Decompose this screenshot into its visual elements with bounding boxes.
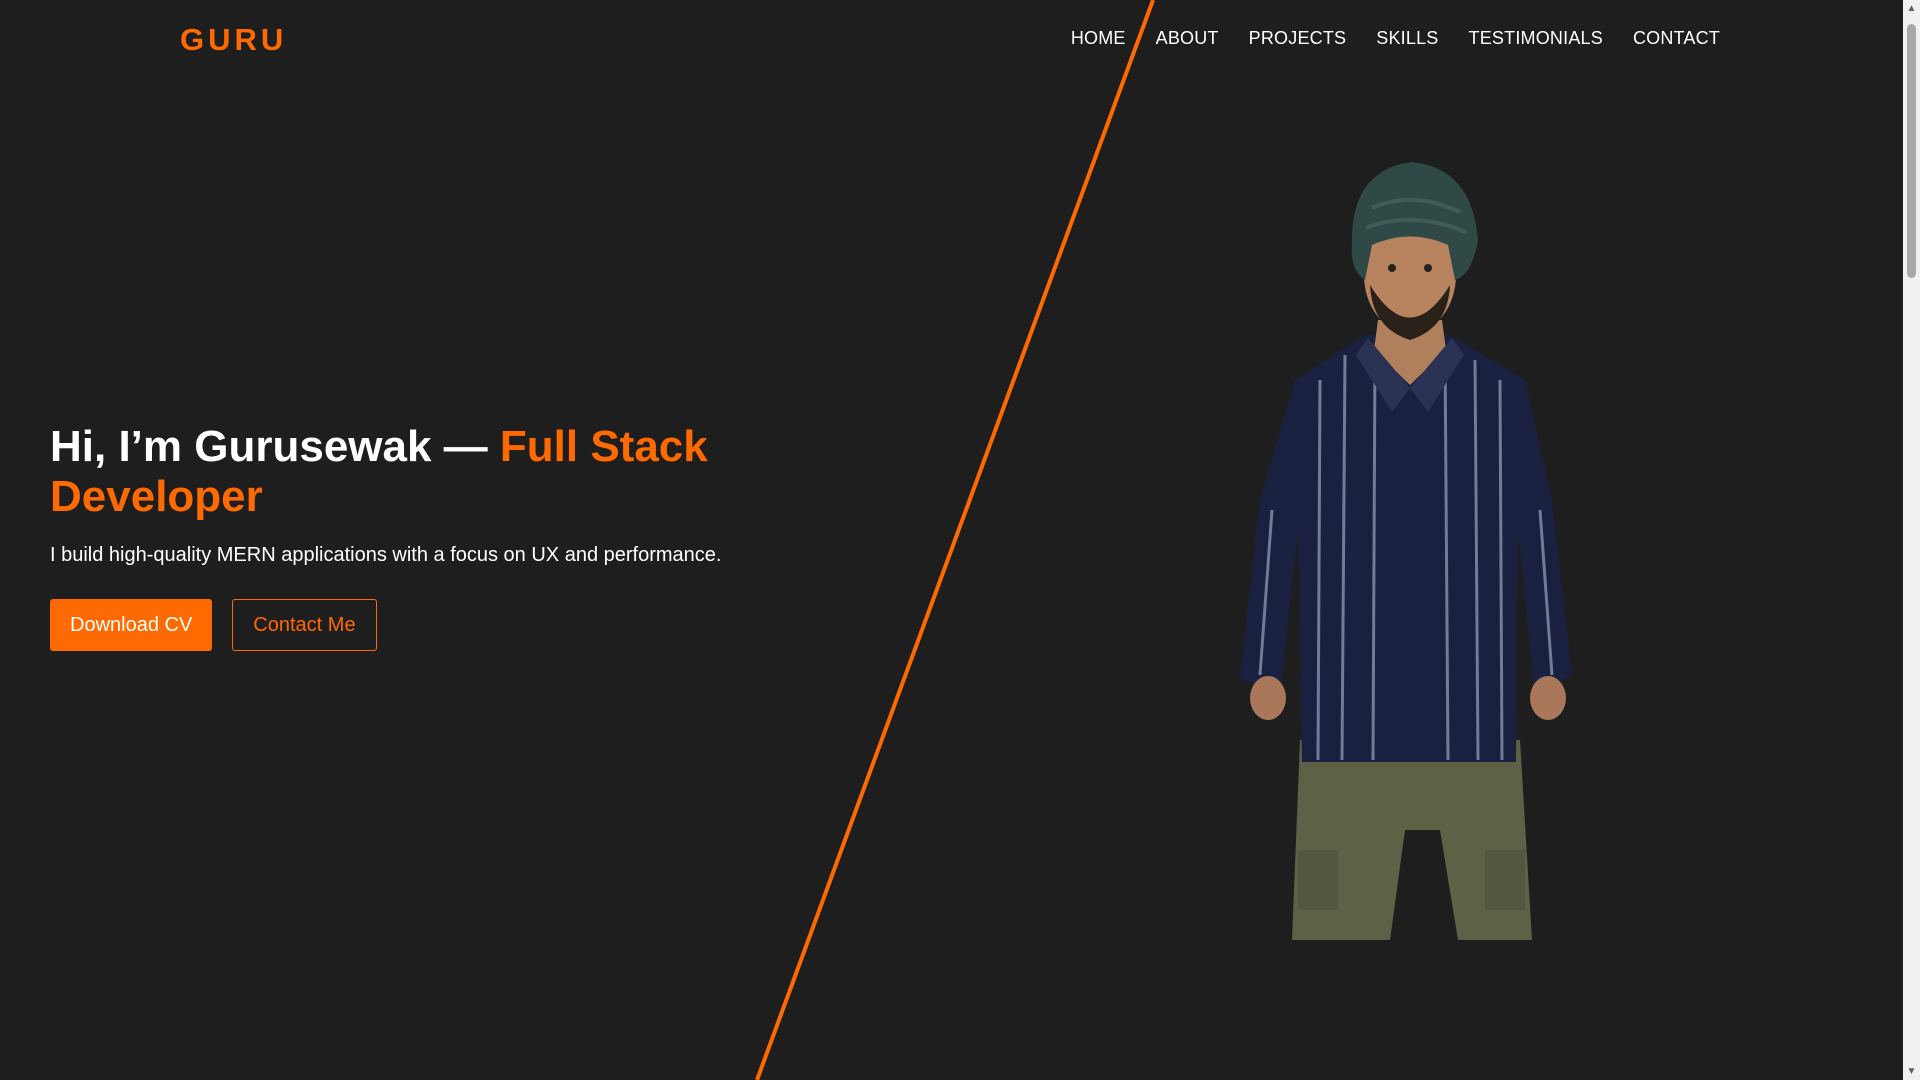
hero-heading: Hi, I’m Gurusewak — Full Stack Developer: [50, 422, 810, 522]
hero-section: Hi, I’m Gurusewak — Full Stack Developer…: [50, 422, 810, 651]
download-cv-button[interactable]: Download CV: [50, 599, 213, 651]
hero-actions: Download CV Contact Me: [50, 599, 810, 651]
triangle-down-icon[interactable]: ▼: [1903, 1063, 1920, 1080]
site-logo[interactable]: GURU: [180, 22, 287, 58]
contact-me-button[interactable]: Contact Me: [232, 599, 377, 651]
nav-skills[interactable]: SKILLS: [1376, 28, 1438, 49]
nav-projects[interactable]: PROJECTS: [1249, 28, 1347, 49]
triangle-up-icon[interactable]: ▲: [1903, 0, 1920, 17]
hero-subtitle: I build high-quality MERN applications w…: [50, 544, 722, 566]
nav-contact[interactable]: CONTACT: [1633, 28, 1720, 49]
hero-heading-intro: Hi, I’m Gurusewak —: [50, 422, 500, 471]
nav-home[interactable]: HOME: [1071, 28, 1126, 49]
nav-testimonials[interactable]: TESTIMONIALS: [1469, 28, 1603, 49]
main-nav: HOME ABOUT PROJECTS SKILLS TESTIMONIALS …: [1071, 28, 1720, 49]
scrollbar-thumb[interactable]: [1907, 24, 1916, 278]
page-scrollbar[interactable]: ▲ ▼: [1903, 0, 1920, 1080]
page: GURU HOME ABOUT PROJECTS SKILLS TESTIMON…: [0, 0, 1920, 1080]
profile-portrait: [1240, 162, 1572, 940]
nav-about[interactable]: ABOUT: [1156, 28, 1219, 49]
